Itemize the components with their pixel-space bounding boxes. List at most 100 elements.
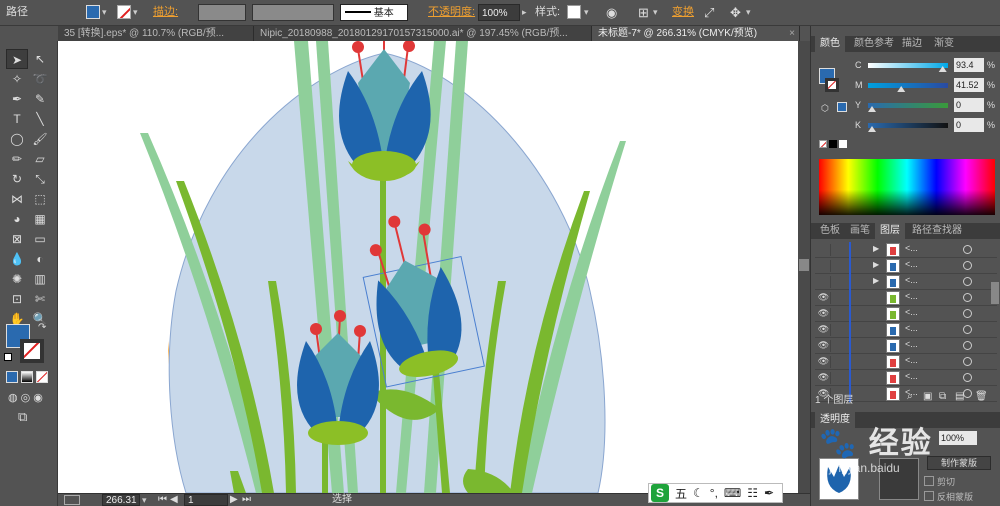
- perspective-grid-tool-icon[interactable]: ▦: [29, 209, 51, 229]
- yellow-value-field[interactable]: 0: [954, 98, 984, 112]
- stroke-swatch[interactable]: [117, 5, 131, 19]
- none-mode-icon[interactable]: [36, 371, 48, 383]
- delete-layer-icon[interactable]: 🗑: [975, 391, 988, 402]
- zoom-field[interactable]: 266.31: [102, 494, 140, 506]
- target-circle-icon[interactable]: [963, 373, 972, 382]
- paintbrush-tool-icon[interactable]: 🖌: [29, 129, 51, 149]
- selection-tool-icon[interactable]: ➤: [6, 49, 28, 69]
- transform-label[interactable]: 变换: [672, 4, 694, 21]
- target-circle-icon[interactable]: [963, 245, 972, 254]
- lasso-tool-icon[interactable]: ➰: [29, 69, 51, 89]
- new-layer-icon[interactable]: ▤: [955, 391, 964, 402]
- variable-width-profile[interactable]: [252, 4, 334, 21]
- artboard-canvas[interactable]: [58, 41, 798, 493]
- artboard-field[interactable]: 1: [184, 494, 228, 506]
- graphic-style-swatch[interactable]: [567, 5, 581, 19]
- align-dropdown-icon[interactable]: ▾: [653, 4, 658, 21]
- visibility-eye-icon[interactable]: 👁: [817, 292, 831, 304]
- target-circle-icon[interactable]: [963, 293, 972, 302]
- brush-definition[interactable]: 基本: [340, 4, 408, 21]
- type-tool-icon[interactable]: T: [6, 109, 28, 129]
- magic-wand-tool-icon[interactable]: ✧: [6, 69, 28, 89]
- layer-row[interactable]: 👁 <...: [815, 306, 997, 322]
- tab-document-1[interactable]: 35 [转换].eps* @ 110.7% (RGB/预...: [58, 26, 254, 41]
- next-artboard-icon[interactable]: ▶: [230, 494, 238, 506]
- expand-arrow-icon[interactable]: ▶: [873, 244, 879, 253]
- scale-tool-icon[interactable]: ⤡: [29, 169, 51, 189]
- transparency-opacity-field[interactable]: 100%: [939, 431, 977, 445]
- stroke-label[interactable]: 描边:: [153, 4, 178, 21]
- locate-object-icon[interactable]: ⌕: [907, 391, 913, 402]
- visibility-eye-icon[interactable]: 👁: [817, 308, 831, 320]
- visibility-eye-icon[interactable]: 👁: [817, 356, 831, 368]
- fill-swatch[interactable]: [86, 5, 100, 19]
- direct-selection-tool-icon[interactable]: ↖: [29, 49, 51, 69]
- white-color-chip[interactable]: [839, 140, 847, 148]
- line-tool-icon[interactable]: ╲: [29, 109, 51, 129]
- stroke-color-box[interactable]: [20, 339, 44, 363]
- first-artboard-icon[interactable]: ⏮: [158, 494, 167, 506]
- layer-row[interactable]: ▶ <...: [815, 258, 997, 274]
- visibility-eye-icon[interactable]: 👁: [817, 372, 831, 384]
- doc-setup-icon[interactable]: [64, 495, 80, 505]
- align-icon[interactable]: ⊞: [638, 4, 649, 21]
- visibility-eye-icon[interactable]: [817, 260, 831, 272]
- default-colors-icon[interactable]: [4, 353, 12, 361]
- layer-row[interactable]: ▶ <...: [815, 242, 997, 258]
- punctuation-icon[interactable]: °,: [710, 486, 718, 500]
- arrange-icon[interactable]: ✥: [730, 4, 741, 21]
- opacity-field[interactable]: 100%: [478, 4, 520, 21]
- layer-row[interactable]: 👁 <...: [815, 354, 997, 370]
- eraser-tool-icon[interactable]: ▱: [29, 149, 51, 169]
- tab-document-3[interactable]: 未标题-7* @ 266.31% (CMYK/预览) ×: [592, 26, 800, 41]
- target-circle-icon[interactable]: [963, 341, 972, 350]
- visibility-eye-icon[interactable]: [817, 276, 831, 288]
- tab-gradient[interactable]: 渐变: [929, 36, 959, 52]
- layer-row[interactable]: 👁 <...: [815, 322, 997, 338]
- gradient-tool-icon[interactable]: ▭: [29, 229, 51, 249]
- black-color-chip[interactable]: [829, 140, 837, 148]
- magenta-slider[interactable]: [868, 83, 948, 92]
- color-spectrum[interactable]: [819, 159, 995, 215]
- zoom-dropdown-icon[interactable]: ▾: [142, 494, 147, 506]
- settings-icon[interactable]: ✒: [764, 486, 774, 500]
- opacity-dropdown-icon[interactable]: ▸: [522, 4, 527, 21]
- swap-colors-icon[interactable]: ↷: [38, 322, 46, 333]
- shape-builder-tool-icon[interactable]: ◕: [6, 209, 28, 229]
- prev-artboard-icon[interactable]: ◀: [170, 494, 178, 506]
- ime-mode-label[interactable]: 五: [675, 485, 687, 502]
- keyboard-icon[interactable]: ⌨: [724, 486, 741, 500]
- last-artboard-icon[interactable]: ⏭: [242, 494, 251, 506]
- curvature-tool-icon[interactable]: ✎: [29, 89, 51, 109]
- layer-row[interactable]: 👁 <...: [815, 290, 997, 306]
- column-graph-tool-icon[interactable]: ▥: [29, 269, 51, 289]
- tab-document-2[interactable]: Nipic_20180988_20180129170157315000.ai* …: [254, 26, 592, 41]
- tab-brushes[interactable]: 画笔: [845, 223, 875, 239]
- close-icon[interactable]: ×: [789, 26, 795, 41]
- visibility-eye-icon[interactable]: 👁: [817, 324, 831, 336]
- pencil-tool-icon[interactable]: ✏: [6, 149, 28, 169]
- make-mask-button[interactable]: 制作蒙版: [927, 456, 991, 470]
- moon-icon[interactable]: ☾: [693, 486, 704, 500]
- style-dropdown-icon[interactable]: ▾: [584, 4, 589, 21]
- layers-scroll-thumb[interactable]: [991, 282, 999, 304]
- make-clipping-mask-icon[interactable]: ▣: [923, 391, 932, 402]
- free-transform-tool-icon[interactable]: ⬚: [29, 189, 51, 209]
- color-mode-icon[interactable]: [6, 371, 18, 383]
- tab-color[interactable]: 颜色: [815, 36, 845, 52]
- opacity-label[interactable]: 不透明度:: [428, 4, 475, 21]
- mesh-tool-icon[interactable]: ⊠: [6, 229, 28, 249]
- target-circle-icon[interactable]: [963, 357, 972, 366]
- stroke-weight-field[interactable]: [198, 4, 246, 21]
- invert-mask-checkbox[interactable]: 反相蒙版: [924, 490, 973, 503]
- draw-mode-icon[interactable]: ◍ ◎ ◉: [8, 391, 43, 404]
- symbol-sprayer-tool-icon[interactable]: ✺: [6, 269, 28, 289]
- artboard-tool-icon[interactable]: ⊡: [6, 289, 28, 309]
- ime-toolbar[interactable]: S 五 ☾ °, ⌨ ☷ ✒: [648, 483, 783, 503]
- cyan-value-field[interactable]: 93.4: [954, 58, 984, 72]
- black-slider[interactable]: [868, 123, 948, 132]
- tab-swatches[interactable]: 色板: [815, 223, 845, 239]
- expand-arrow-icon[interactable]: ▶: [873, 260, 879, 269]
- expand-arrow-icon[interactable]: ▶: [873, 276, 879, 285]
- fill-dropdown-icon[interactable]: ▾: [102, 4, 107, 21]
